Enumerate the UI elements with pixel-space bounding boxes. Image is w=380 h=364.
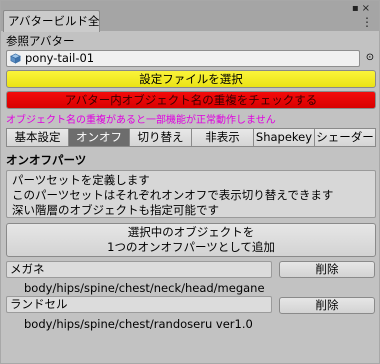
tab-onoff[interactable]: オンオフ xyxy=(68,128,130,147)
duplicate-warning-text: オブジェクト名の重複があると一部機能が正常動作しません xyxy=(6,115,276,126)
part-name-field[interactable]: ランドセル xyxy=(6,296,272,313)
cube-icon xyxy=(10,53,21,64)
window-tab-strip: アバタービルド全 ▪× ⋮ xyxy=(1,1,379,32)
add-button-line2: 1つのオンオフパーツとして追加 xyxy=(107,240,275,254)
close-icon[interactable]: × xyxy=(362,3,373,14)
lock-icon[interactable]: ▪ xyxy=(352,3,362,14)
section-title: オンオフパーツ xyxy=(6,153,87,167)
mode-tabs: 基本設定 オンオフ 切り替え 非表示 Shapekey シェーダー xyxy=(6,128,380,147)
tab-shapekey[interactable]: Shapekey xyxy=(253,128,315,147)
window-tab[interactable]: アバタービルド全 xyxy=(3,10,100,32)
help-line: パーツセットを定義します xyxy=(12,173,150,187)
kebab-menu-icon[interactable]: ⋮ xyxy=(361,15,373,29)
add-button-line1: 選択中のオブジェクトを xyxy=(127,225,255,239)
reference-avatar-value: pony-tail-01 xyxy=(25,51,95,65)
tab-basic-settings[interactable]: 基本設定 xyxy=(6,128,69,147)
delete-part-button[interactable]: 削除 xyxy=(279,297,375,314)
editor-window: アバタービルド全 ▪× ⋮ 参照アバター pony-tail-01 ⊙ 設定ファ… xyxy=(0,0,380,364)
tab-switch[interactable]: 切り替え xyxy=(129,128,192,147)
part-path: body/hips/spine/chest/randoseru ver1.0 xyxy=(24,317,253,331)
help-line: このパーツセットはそれぞれオンオフで表示切り替えできます xyxy=(12,188,334,202)
tab-hide[interactable]: 非表示 xyxy=(191,128,254,147)
reference-avatar-field[interactable]: pony-tail-01 xyxy=(6,50,360,67)
delete-part-button[interactable]: 削除 xyxy=(279,261,375,278)
help-line: 深い階層のオブジェクトも指定可能です xyxy=(12,203,219,217)
part-path: body/hips/spine/chest/neck/head/megane xyxy=(24,281,265,295)
help-box: パーツセットを定義します このパーツセットはそれぞれオンオフで表示切り替えできま… xyxy=(6,170,376,218)
tab-shader[interactable]: シェーダー xyxy=(314,128,376,147)
check-duplicates-button[interactable]: アバター内オブジェクト名の重複をチェックする xyxy=(6,91,376,109)
window-controls: ▪× xyxy=(352,3,373,14)
reference-avatar-label: 参照アバター xyxy=(6,34,75,48)
select-config-button[interactable]: 設定ファイルを選択 xyxy=(6,70,376,88)
object-picker-icon[interactable]: ⊙ xyxy=(364,52,376,64)
add-onoff-part-button[interactable]: 選択中のオブジェクトを 1つのオンオフパーツとして追加 xyxy=(6,223,376,257)
inspector-content: 参照アバター pony-tail-01 ⊙ 設定ファイルを選択 アバター内オブジ… xyxy=(2,32,378,363)
part-name-field[interactable]: メガネ xyxy=(6,261,272,278)
